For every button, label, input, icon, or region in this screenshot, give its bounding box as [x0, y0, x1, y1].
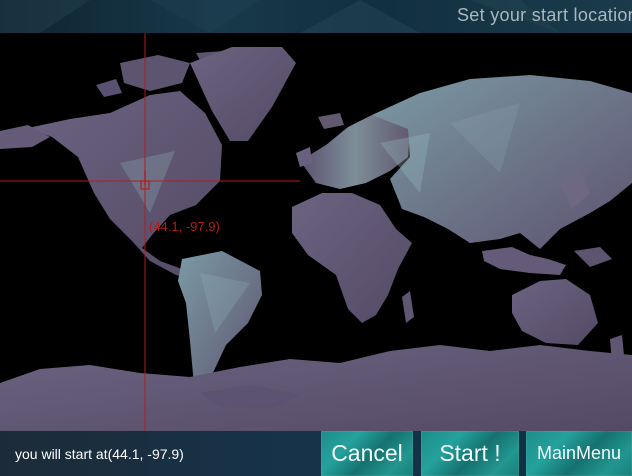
antarctica [0, 345, 632, 431]
start-location-status: you will start at(44.1, -97.9) [15, 446, 184, 462]
start-button[interactable]: Start ! [421, 431, 519, 476]
arctic-islands [120, 55, 190, 91]
main-menu-button[interactable]: MainMenu [526, 431, 632, 476]
indonesia [482, 247, 566, 275]
marker-coordinates: (44.1, -97.9) [149, 219, 220, 234]
world-map[interactable]: (44.1, -97.9) [0, 33, 632, 431]
north-america [28, 91, 222, 279]
cancel-button[interactable]: Cancel [321, 431, 413, 476]
world-map-graphic [0, 33, 632, 431]
australia [512, 279, 598, 345]
page-title: Set your start location [457, 5, 632, 25]
title-bar: Set your start location [0, 0, 632, 33]
africa [292, 193, 412, 323]
